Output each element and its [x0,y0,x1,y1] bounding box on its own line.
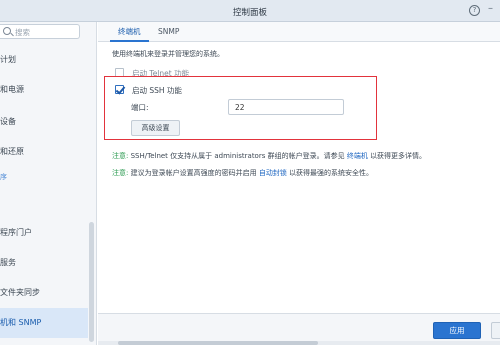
note-text: 建议为登录帐户设置高强度的密码并启用 [130,169,257,177]
minimize-icon[interactable]: – [488,3,500,17]
tab-snmp[interactable]: SNMP [150,22,187,42]
sidebar-item-label: 程序门户 [0,228,32,237]
sidebar-item-folder-sync[interactable]: 文件夹同步 [0,278,88,308]
scrollbar-thumb[interactable] [118,341,318,345]
tab-terminal[interactable]: 终端机 [110,22,149,42]
sidebar-item-devices[interactable]: 设备 [0,107,88,137]
note-tag: 注意: [112,169,129,177]
search-placeholder: 搜索 [15,28,30,37]
search-input[interactable]: 搜索 [0,24,80,39]
sidebar-item-power[interactable]: 和电源 [0,75,88,105]
sidebar-item-label: 机和 SNMP [0,318,42,327]
sidebar-item-backup-restore[interactable]: 和还原 [0,137,88,167]
search-icon [3,27,11,35]
sidebar-item-schedule[interactable]: 计划 [0,45,88,75]
sidebar-item-label: 和还原 [0,147,24,156]
sidebar-item-app-portal[interactable]: 程序门户 [0,218,88,248]
page-description: 使用终端机来登录并管理您的系统。 [112,50,224,58]
note-security: 注意: 建议为登录帐户设置高强度的密码并启用 自动封锁 以获得最强的系统安全性。 [112,168,373,178]
ssh-highlight-box [104,76,377,140]
sidebar-item-services[interactable]: 服务 [0,248,88,278]
sidebar: 搜索 计划 和电源 设备 和还原 序 程序门户 服务 文件夹同步 机和 SNMP [0,22,97,345]
sidebar-item-label: 服务 [0,258,16,267]
sidebar-item-terminal-snmp[interactable]: 机和 SNMP [0,308,88,338]
sidebar-group-label: 序 [0,173,7,181]
note-suffix: 以获得更多详情。 [370,152,427,160]
auto-block-link[interactable]: 自动封锁 [259,169,287,177]
note-tag: 注意: [112,152,129,160]
sidebar-item-label: 设备 [0,117,16,126]
sidebar-item-label: 计划 [0,55,16,64]
reset-button[interactable] [491,322,500,339]
note-suffix: 以获得最强的系统安全性。 [289,169,374,177]
note-ssh-telnet: 注意: SSH/Telnet 仅支持从属于 administrators 群组的… [112,151,426,161]
note-text: SSH/Telnet 仅支持从属于 administrators 群组的帐户登录… [130,152,345,160]
sidebar-scrollbar[interactable] [89,222,94,342]
help-icon[interactable]: ? [469,5,480,16]
sidebar-item-label: 和电源 [0,85,24,94]
apply-button[interactable]: 应用 [433,322,481,339]
tab-bar: 终端机 SNMP [98,22,500,42]
window-title: 控制面板 [232,8,267,18]
sidebar-item-label: 文件夹同步 [0,288,40,297]
horizontal-scrollbar[interactable] [98,341,500,345]
title-bar: 控制面板 ? – [0,0,500,22]
terminal-help-link[interactable]: 终端机 [347,152,368,160]
